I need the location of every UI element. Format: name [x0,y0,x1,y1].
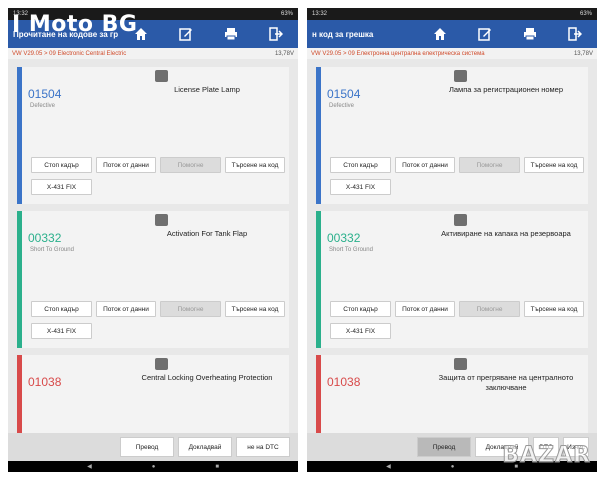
x431-fix-button[interactable]: X-431 FIX [31,179,92,195]
select-checkbox[interactable] [155,214,168,226]
data-stream-button[interactable]: Поток от данни [395,301,455,317]
home-nav-icon[interactable]: ● [451,464,455,470]
dtc-status: Defective [30,103,56,109]
search-code-button[interactable]: Търсене на код [524,157,584,173]
dtc-card: 01038 Защита от прегряване на централнот… [316,355,588,433]
battery-voltage: 13,78V [274,50,294,57]
bottom-action-bar: Превод Докладвай не на DTC [8,433,298,461]
clear-dtc-button[interactable]: не на DTC [236,437,290,457]
battery-level: 63% [579,11,592,17]
dtc-list: 01504 Defective License Plate Lamp Стоп … [8,59,298,433]
dtc-status: Defective [329,103,355,109]
breadcrumb-path: VW V29.05 > 09 Electronic Central Electr… [12,50,127,57]
translate-button[interactable]: Превод [120,437,174,457]
dtc-description: Активиране на капака на резервоара [441,229,571,238]
x431-fix-button[interactable]: X-431 FIX [330,323,391,339]
dtc-card: 01038 Central Locking Overheating Protec… [17,355,289,433]
dtc-code: 01504 [28,87,62,101]
print-icon[interactable] [221,24,241,44]
dtc-code: 00332 [327,231,361,245]
breadcrumb: VW V29.05 > 09 Electronic Central Electr… [8,48,298,59]
x431-fix-button[interactable]: X-431 FIX [31,323,92,339]
dtc-card: 01504 Defective License Plate Lamp Стоп … [17,67,289,204]
print-icon[interactable] [520,24,540,44]
select-checkbox[interactable] [454,214,467,226]
dtc-code: 00332 [28,231,62,245]
edit-icon[interactable] [475,24,495,44]
corner-watermark: BAZAR [502,443,591,469]
select-checkbox[interactable] [454,358,467,370]
dtc-card: 00332 Short To Ground Activation For Tan… [17,211,289,348]
breadcrumb: VW V29.05 > 09 Електронна централна елек… [307,48,597,59]
home-nav-icon[interactable]: ● [152,464,156,470]
search-code-button[interactable]: Търсене на код [524,301,584,317]
android-nav-bar: ◀ ● ■ [8,461,298,472]
search-code-button[interactable]: Търсене на код [225,301,285,317]
help-button[interactable]: Помогне [459,157,520,173]
page-title: н код за грешка [312,29,374,39]
dtc-description: Защита от прегряване на централното закл… [438,373,574,392]
recents-icon[interactable]: ■ [215,464,219,470]
dtc-status: Short To Ground [30,247,74,253]
breadcrumb-path: VW V29.05 > 09 Електронна централна елек… [311,50,485,57]
help-button[interactable]: Помогне [459,301,520,317]
clock: 13:32 [312,11,328,17]
dtc-code: 01038 [28,375,62,389]
status-bar: 13:32 63% [307,8,597,20]
edit-icon[interactable] [176,24,196,44]
back-icon[interactable]: ◀ [386,463,391,470]
home-icon[interactable] [430,24,450,44]
right-screen: 13:32 63% н код за грешка VW V29.05 > 09… [307,8,597,472]
top-toolbar: н код за грешка [307,20,597,48]
card-actions: Стоп кадър Поток от данни Помогне Търсен… [31,157,285,173]
back-icon[interactable]: ◀ [87,463,92,470]
dtc-list: 01504 Defective Лампа за регистрационен … [307,59,597,433]
freeze-frame-button[interactable]: Стоп кадър [31,301,92,317]
dtc-code: 01504 [327,87,361,101]
watermark: I Moto BG [12,12,138,37]
data-stream-button[interactable]: Поток от данни [96,301,156,317]
freeze-frame-button[interactable]: Стоп кадър [31,157,92,173]
battery-level: 63% [280,11,293,17]
freeze-frame-button[interactable]: Стоп кадър [330,301,391,317]
select-checkbox[interactable] [155,70,168,82]
report-button[interactable]: Докладвай [178,437,232,457]
exit-icon[interactable] [565,24,585,44]
data-stream-button[interactable]: Поток от данни [395,157,455,173]
data-stream-button[interactable]: Поток от данни [96,157,156,173]
select-checkbox[interactable] [454,70,467,82]
select-checkbox[interactable] [155,358,168,370]
freeze-frame-button[interactable]: Стоп кадър [330,157,391,173]
help-button[interactable]: Помогне [160,157,221,173]
dtc-status: Short To Ground [329,247,373,253]
search-code-button[interactable]: Търсене на код [225,157,285,173]
exit-icon[interactable] [266,24,286,44]
translate-button[interactable]: Превод [417,437,471,457]
dtc-card: 00332 Short To Ground Активиране на капа… [316,211,588,348]
battery-voltage: 13,78V [573,50,593,57]
dtc-card: 01504 Defective Лампа за регистрационен … [316,67,588,204]
dtc-description: Central Locking Overheating Protection [141,373,273,382]
x431-fix-button[interactable]: X-431 FIX [330,179,391,195]
dtc-description: Лампа за регистрационен номер [448,85,564,94]
dtc-description: Activation For Tank Flap [166,229,248,238]
left-screen: 13:32 63% Прочитане на кодове за грешка … [8,8,298,472]
dtc-description: License Plate Lamp [174,85,240,94]
help-button[interactable]: Помогне [160,301,221,317]
dtc-code: 01038 [327,375,361,389]
